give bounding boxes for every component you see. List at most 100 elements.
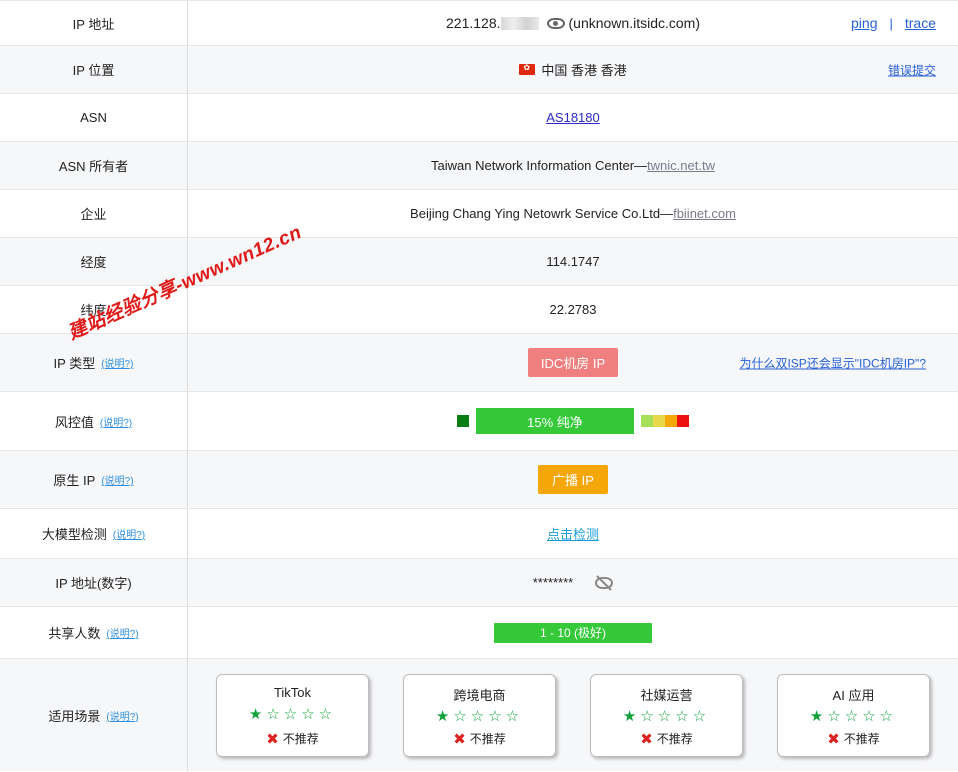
scenario-cards: TikTok ★☆☆☆☆ ✖ 不推荐 跨境电商 ★☆☆☆☆ ✖ 不推荐 社媒运营 ★… [188, 673, 958, 757]
scenario-card-tiktok: TikTok ★☆☆☆☆ ✖ 不推荐 [216, 673, 369, 757]
card-title: TikTok [273, 684, 312, 700]
value-asn: AS18180 [188, 94, 958, 141]
label-ai-check: 大模型检测 (说明?) [0, 509, 188, 558]
card-verdict: ✖ 不推荐 [827, 730, 880, 748]
row-longitude: 经度 114.1747 [0, 238, 958, 286]
label-ip-number: IP 地址(数字) [0, 559, 188, 606]
idc-badge: IDC机房 IP [527, 348, 619, 377]
star-rating: ★☆☆☆☆ [809, 708, 898, 725]
ip-type-help-link[interactable]: (说明?) [101, 355, 133, 370]
row-ip-number: IP 地址(数字) ******** [0, 559, 958, 607]
asn-owner-domain-link[interactable]: twnic.net.tw [647, 158, 715, 173]
location-tools: 错误提交 [888, 61, 936, 78]
hong-kong-flag-icon [519, 63, 536, 75]
risk-scale [641, 415, 689, 427]
report-error-link[interactable]: 错误提交 [888, 61, 936, 78]
asn-link[interactable]: AS18180 [546, 110, 600, 125]
ping-link[interactable]: ping [851, 15, 877, 31]
value-native-ip: 广播 IP [188, 451, 958, 508]
row-company: 企业 Beijing Chang Ying Netowrk Service Co… [0, 190, 958, 238]
location-text: 中国 香港 香港 [541, 63, 627, 78]
scenarios-help-link[interactable]: (说明?) [106, 708, 138, 723]
risk-scale-4 [677, 415, 689, 427]
label-ip-location: IP 位置 [0, 46, 188, 93]
row-shared: 共享人数 (说明?) 1 - 10 (极好) [0, 607, 958, 659]
eye-icon[interactable] [546, 17, 565, 29]
value-risk: 15% 纯净 [188, 392, 958, 450]
click-detect-link[interactable]: 点击检测 [547, 524, 599, 543]
label-risk: 风控值 (说明?) [0, 392, 188, 450]
x-mark-icon: ✖ [827, 730, 840, 748]
x-mark-icon: ✖ [266, 730, 279, 748]
label-scenarios: 适用场景 (说明?) [0, 659, 188, 771]
shared-help-link[interactable]: (说明?) [106, 625, 138, 640]
star-rating: ★☆☆☆☆ [622, 708, 711, 725]
why-idc-link[interactable]: 为什么双ISP还会显示"IDC机房IP"? [739, 354, 926, 371]
hostname-text: (unknown.itsidc.com) [568, 15, 701, 31]
scenario-card-social: 社媒运营 ★☆☆☆☆ ✖ 不推荐 [590, 673, 743, 757]
ip-blur-mask [500, 16, 539, 30]
ip-tools: ping | trace [851, 15, 936, 31]
row-asn: ASN AS18180 [0, 94, 958, 142]
value-latitude: 22.2783 [549, 302, 597, 317]
row-asn-owner: ASN 所有者 Taiwan Network Information Cente… [0, 142, 958, 190]
value-ip-number: ******** [188, 559, 958, 606]
row-scenarios: 适用场景 (说明?) TikTok ★☆☆☆☆ ✖ 不推荐 跨境电商 ★☆☆☆☆ … [0, 659, 958, 771]
label-native-ip: 原生 IP (说明?) [0, 451, 188, 508]
row-ai-check: 大模型检测 (说明?) 点击检测 [0, 509, 958, 559]
scenario-card-ai: AI 应用 ★☆☆☆☆ ✖ 不推荐 [777, 673, 930, 757]
star-rating: ★☆☆☆☆ [248, 706, 337, 723]
company-domain-link[interactable]: fbiinet.com [673, 206, 736, 221]
risk-scale-2 [653, 415, 665, 427]
trace-link[interactable]: trace [905, 15, 936, 31]
row-risk: 风控值 (说明?) 15% 纯净 [0, 392, 958, 451]
card-title: 社媒运营 [640, 687, 693, 703]
star-rating: ★☆☆☆☆ [435, 708, 524, 725]
value-ip-location: 中国 香港 香港 错误提交 [188, 46, 958, 93]
value-company: Beijing Chang Ying Netowrk Service Co.Lt… [188, 190, 958, 237]
risk-help-link[interactable]: (说明?) [100, 414, 132, 429]
row-ip-address: IP 地址 221.128. (unknown.itsidc.com) ping… [0, 1, 958, 46]
row-ip-type: IP 类型 (说明?) IDC机房 IP 为什么双ISP还会显示"IDC机房IP… [0, 334, 958, 392]
card-verdict: ✖ 不推荐 [266, 730, 319, 748]
scenario-card-ecommerce: 跨境电商 ★☆☆☆☆ ✖ 不推荐 [403, 673, 556, 757]
ip-type-tools: 为什么双ISP还会显示"IDC机房IP"? [739, 354, 926, 371]
risk-scale-1 [641, 415, 653, 427]
label-asn-owner: ASN 所有者 [0, 142, 188, 189]
value-scenarios: TikTok ★☆☆☆☆ ✖ 不推荐 跨境电商 ★☆☆☆☆ ✖ 不推荐 社媒运营 ★… [188, 659, 958, 771]
value-ip-type: IDC机房 IP 为什么双ISP还会显示"IDC机房IP"? [188, 334, 958, 391]
value-asn-owner: Taiwan Network Information Center— twnic… [188, 142, 958, 189]
label-shared: 共享人数 (说明?) [0, 607, 188, 658]
card-title: AI 应用 [832, 687, 875, 703]
asn-owner-text: Taiwan Network Information Center— [431, 158, 648, 173]
ip-address-text: 221.128. [446, 15, 501, 31]
eye-off-icon[interactable] [595, 576, 614, 589]
risk-score-bar: 15% 纯净 [476, 408, 634, 434]
label-asn: ASN [0, 94, 188, 141]
label-ip-address: IP 地址 [0, 1, 188, 45]
label-company: 企业 [0, 190, 188, 237]
value-longitude: 114.1747 [546, 254, 600, 269]
row-ip-location: IP 位置 中国 香港 香港 错误提交 [0, 46, 958, 94]
x-mark-icon: ✖ [453, 730, 466, 748]
x-mark-icon: ✖ [640, 730, 653, 748]
card-title: 跨境电商 [453, 687, 506, 703]
link-separator: | [889, 15, 893, 31]
card-verdict: ✖ 不推荐 [640, 730, 693, 748]
risk-scale-3 [665, 415, 677, 427]
value-shared: 1 - 10 (极好) [188, 607, 958, 658]
shared-count-bar: 1 - 10 (极好) [494, 622, 652, 643]
row-native-ip: 原生 IP (说明?) 广播 IP [0, 451, 958, 509]
broadcast-badge: 广播 IP [538, 465, 608, 494]
ai-check-help-link[interactable]: (说明?) [113, 526, 145, 541]
risk-meter: 15% 纯净 [457, 408, 689, 434]
risk-low-indicator [457, 415, 469, 427]
ip-number-masked: ******** [532, 575, 574, 590]
label-ip-type: IP 类型 (说明?) [0, 334, 188, 391]
ip-info-table: IP 地址 221.128. (unknown.itsidc.com) ping… [0, 0, 958, 771]
value-ai-check: 点击检测 [188, 509, 958, 558]
value-ip-address: 221.128. (unknown.itsidc.com) ping | tra… [188, 1, 958, 45]
native-help-link[interactable]: (说明?) [101, 472, 133, 487]
card-verdict: ✖ 不推荐 [453, 730, 506, 748]
company-text: Beijing Chang Ying Netowrk Service Co.Lt… [410, 206, 674, 221]
